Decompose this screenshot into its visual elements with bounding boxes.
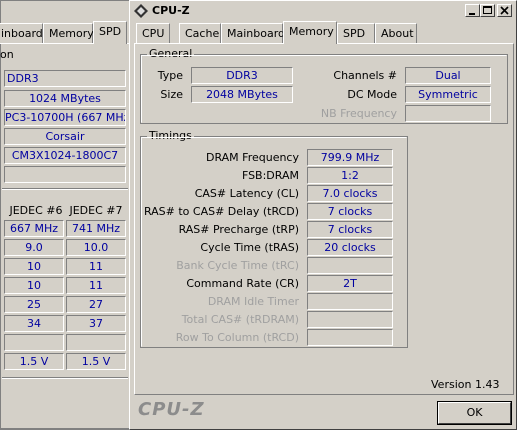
- channels-field: Dual: [405, 67, 491, 84]
- tab-strip: CPU Cache Mainboard Memory SPD About: [134, 21, 514, 45]
- background-cpuz-window: inboard Memory SPD on DDR3 1024 MBytes P…: [0, 0, 132, 430]
- jedec-7-voltage: 1.5 V: [66, 353, 126, 370]
- spd-serial-field: [4, 166, 126, 183]
- background-spd-panel: on DDR3 1024 MBytes PC3-10700H (667 MHz)…: [0, 43, 131, 429]
- memory-tab-panel: General Type DDR3 Size 2048 MBytes Chann…: [134, 43, 514, 395]
- timing-label: CAS# Latency (CL): [194, 187, 299, 200]
- timing-value: [307, 311, 393, 328]
- cpuz-brand-logo: CPU-Z: [138, 399, 205, 420]
- jedec-6-cr: [4, 334, 64, 351]
- jedec-6-trcd: 10: [4, 258, 64, 275]
- timing-label: RAS# to CAS# Delay (tRCD): [143, 205, 299, 218]
- spd-manufacturer-field: Corsair: [4, 128, 126, 145]
- timing-label: FSB:DRAM: [241, 169, 299, 182]
- jedec-6-frequency: 667 MHz: [4, 220, 64, 237]
- timing-label: Command Rate (CR): [186, 277, 299, 290]
- spd-part-number-field: CM3X1024-1800C7: [4, 147, 126, 164]
- minimize-icon[interactable]: [465, 4, 480, 17]
- dc-mode-field: Symmetric: [405, 86, 491, 103]
- timing-value: [307, 293, 393, 310]
- jedec-7-trc: 37: [66, 315, 126, 332]
- jedec-6-header: JEDEC #6: [9, 204, 63, 217]
- timing-value: 20 clocks: [307, 239, 393, 256]
- background-bottom-divider: [2, 377, 128, 379]
- jedec-7-trcd: 11: [66, 258, 126, 275]
- jedec-6-trc: 34: [4, 315, 64, 332]
- background-tab-mainboard[interactable]: inboard: [0, 23, 43, 43]
- timing-label: RAS# Precharge (tRP): [178, 223, 299, 236]
- size-label: Size: [160, 88, 183, 101]
- timing-value: 2T: [307, 275, 393, 292]
- spd-module-size-field: 1024 MBytes: [4, 90, 126, 107]
- background-section-label: on: [0, 48, 14, 61]
- timing-label: DRAM Idle Timer: [207, 295, 299, 308]
- channels-label: Channels #: [333, 69, 397, 82]
- timing-label: Cycle Time (tRAS): [200, 241, 299, 254]
- timing-value: [307, 257, 393, 274]
- jedec-7-cas: 10.0: [66, 239, 126, 256]
- timing-value: 1:2: [307, 167, 393, 184]
- tab-cpu[interactable]: CPU: [136, 23, 170, 43]
- type-label: Type: [157, 69, 183, 82]
- jedec-7-cr: [66, 334, 126, 351]
- nb-frequency-field: [405, 105, 491, 122]
- timing-label: Row To Column (tRCD): [175, 331, 299, 344]
- jedec-6-trp: 10: [4, 277, 64, 294]
- timing-label: Total CAS# (tRDRAM): [181, 313, 299, 326]
- maximize-icon[interactable]: [480, 4, 495, 17]
- tab-mainboard[interactable]: Mainboard: [221, 23, 285, 43]
- timing-label: Bank Cycle Time (tRC): [176, 259, 299, 272]
- jedec-7-tras: 27: [66, 296, 126, 313]
- timing-value: [307, 329, 393, 346]
- timing-value: 7.0 clocks: [307, 185, 393, 202]
- spd-max-bandwidth-field: PC3-10700H (667 MHz): [4, 109, 126, 126]
- tab-cache[interactable]: Cache: [179, 23, 221, 43]
- general-group: General Type DDR3 Size 2048 MBytes Chann…: [140, 47, 508, 124]
- background-divider: [2, 188, 128, 190]
- timing-label: DRAM Frequency: [205, 151, 299, 164]
- memory-size-field: 2048 MBytes: [191, 86, 293, 103]
- background-tab-strip: inboard Memory SPD: [0, 21, 131, 45]
- tab-memory[interactable]: Memory: [283, 21, 337, 44]
- tab-spd[interactable]: SPD: [337, 23, 375, 43]
- timings-group-title: Timings: [147, 129, 194, 142]
- version-label: Version 1.43: [431, 378, 500, 391]
- jedec-6-voltage: 1.5 V: [4, 353, 64, 370]
- jedec-6-cas: 9.0: [4, 239, 64, 256]
- cpuz-window: CPU-Z CPU Cache Mainboard Memory SPD Abo…: [129, 0, 517, 430]
- nb-frequency-label: NB Frequency: [320, 107, 397, 120]
- background-tab-spd[interactable]: SPD: [93, 21, 127, 44]
- dc-mode-label: DC Mode: [347, 88, 397, 101]
- memory-type-field: DDR3: [191, 67, 293, 84]
- ok-button[interactable]: OK: [438, 402, 511, 424]
- window-title: CPU-Z: [152, 4, 190, 17]
- title-bar[interactable]: CPU-Z: [131, 2, 515, 20]
- jedec-6-tras: 25: [4, 296, 64, 313]
- timing-value: 7 clocks: [307, 203, 393, 220]
- timing-value: 799.9 MHz: [307, 149, 393, 166]
- app-icon: [134, 4, 148, 18]
- timing-value: 7 clocks: [307, 221, 393, 238]
- timings-group: Timings DRAM Frequency 799.9 MHz FSB:DRAM 1…: [140, 129, 408, 348]
- jedec-7-frequency: 741 MHz: [66, 220, 126, 237]
- jedec-7-header: JEDEC #7: [69, 204, 123, 217]
- tab-about[interactable]: About: [375, 23, 417, 43]
- spd-memory-type-field: DDR3: [4, 70, 126, 87]
- jedec-7-trp: 11: [66, 277, 126, 294]
- general-group-title: General: [147, 47, 195, 60]
- close-icon[interactable]: [497, 4, 512, 17]
- background-tab-memory[interactable]: Memory: [43, 23, 94, 43]
